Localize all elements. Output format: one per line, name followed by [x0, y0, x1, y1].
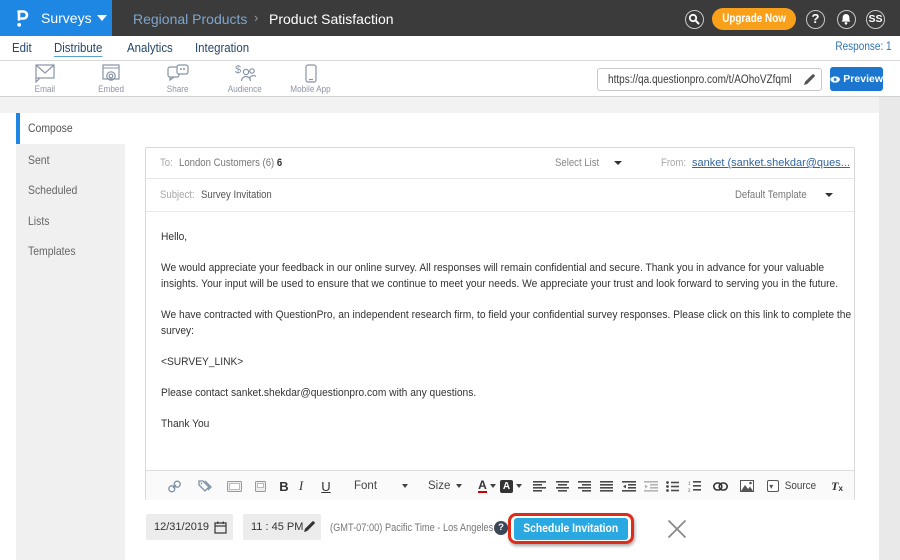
- svg-text:1: 1: [688, 481, 691, 486]
- svg-text:$: $: [235, 64, 241, 76]
- svg-text:2: 2: [688, 488, 691, 493]
- svg-text:▾: ▾: [769, 482, 773, 491]
